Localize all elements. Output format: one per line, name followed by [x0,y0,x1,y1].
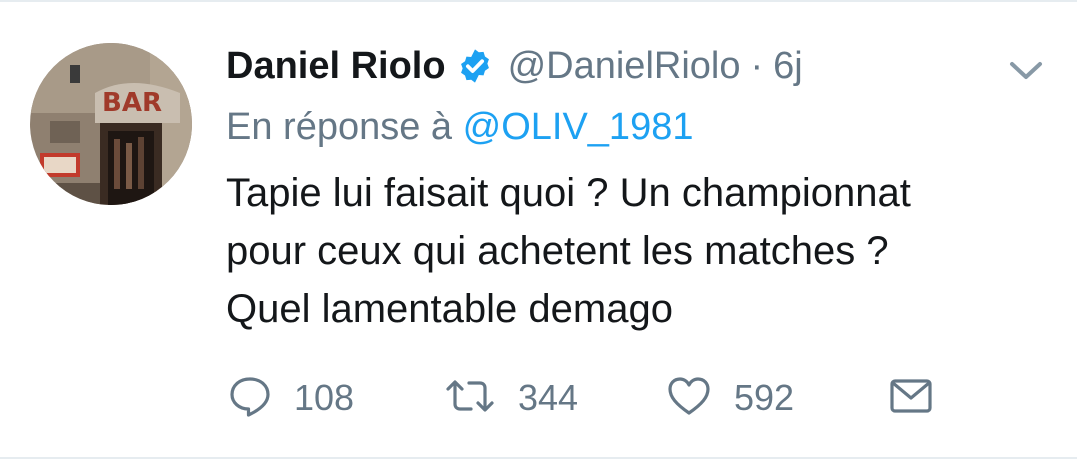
verified-icon [456,47,494,85]
separator-dot: · [750,44,764,87]
heart-icon [666,374,712,423]
reply-count: 108 [294,377,355,418]
retweet-arrows-icon [444,374,496,423]
tweet-actions: 108 344 592 [228,368,948,428]
like-count: 592 [734,377,795,418]
speech-bubble-icon [228,374,272,423]
author-handle[interactable]: @DanielRiolo [508,45,741,88]
author-display-name[interactable]: Daniel Riolo [226,45,446,88]
tweet-text-line: Tapie lui faisait quoi ? Un championnat [226,171,911,215]
tweet-header: Daniel Riolo @DanielRiolo · 6j [226,38,803,94]
reply-mention-link[interactable]: @OLIV_1981 [463,106,694,148]
avatar-photo-bar-storefront: BAR [30,43,192,205]
like-button[interactable]: 592 [666,368,794,428]
retweet-count: 344 [518,377,579,418]
tweet-text-line: pour ceux qui achetent les matches ? [226,229,889,273]
envelope-icon [888,374,934,423]
avatar[interactable]: BAR [30,43,192,205]
top-divider [0,0,1077,2]
tweet-text: Tapie lui faisait quoi ? Un championnat … [226,164,1046,338]
retweet-button[interactable]: 344 [444,368,578,428]
direct-message-button[interactable] [888,368,934,428]
chevron-down-icon[interactable] [1006,58,1046,84]
tweet-timestamp[interactable]: 6j [773,45,803,88]
reply-context: En réponse à @OLIV_1981 [226,106,693,149]
reply-prefix: En réponse à [226,106,453,148]
tweet-text-line: Quel lamentable demago [226,287,673,331]
avatar-sign-text: BAR [102,88,162,118]
reply-button[interactable]: 108 [228,368,354,428]
